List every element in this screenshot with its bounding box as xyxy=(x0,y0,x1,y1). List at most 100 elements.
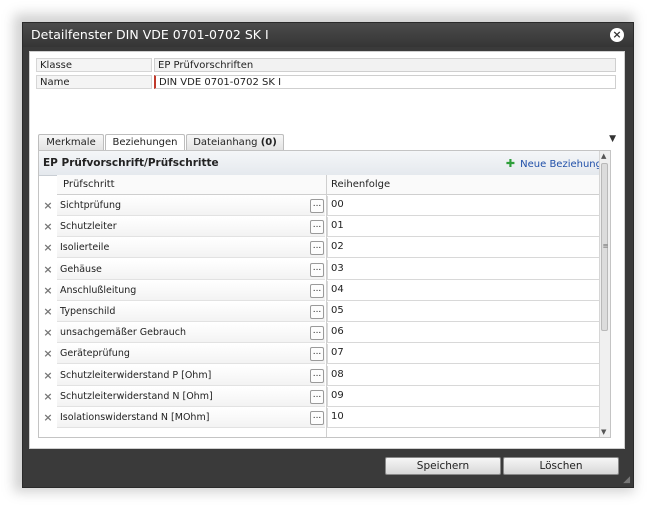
field-label-name: Name xyxy=(36,75,152,89)
new-relation-label: Neue Beziehung xyxy=(520,159,602,170)
table-row[interactable]: × Schutzleiter... 01 xyxy=(39,217,604,238)
column-header-order[interactable]: Reihenfolge xyxy=(327,175,604,195)
tab-merkmale[interactable]: Merkmale xyxy=(38,134,104,151)
order-cell[interactable]: 00 xyxy=(327,196,604,216)
order-value: 03 xyxy=(331,262,344,274)
order-value: 10 xyxy=(331,411,344,422)
browse-button[interactable]: ... xyxy=(310,347,324,362)
table-row[interactable]: × Geräteprüfung... 07 xyxy=(39,344,604,365)
dialog-footer: Speichern Löschen ◢ xyxy=(23,451,633,487)
table-row[interactable]: × Sichtprüfung... 00 xyxy=(39,196,604,217)
step-name: Geräteprüfung xyxy=(60,348,130,360)
step-name: Isolationswiderstand N [MOhm] xyxy=(60,412,210,423)
relations-panel: EP Prüfvorschrift/Prüfschritte ✚ Neue Bez… xyxy=(38,150,611,438)
browse-button[interactable]: ... xyxy=(310,283,324,298)
order-cell[interactable]: 09 xyxy=(327,386,604,407)
step-cell[interactable]: Anschlußleitung... xyxy=(57,280,325,301)
order-cell[interactable]: 06 xyxy=(327,323,604,344)
order-value: 05 xyxy=(331,305,344,316)
table-row[interactable]: × Isolationswiderstand N [MOhm]... 10 xyxy=(39,408,604,429)
table-row[interactable]: × Typenschild... 05 xyxy=(39,302,604,323)
step-name: unsachgemäßer Gebrauch xyxy=(60,327,186,339)
table-row[interactable]: × Schutzleiterwiderstand P [Ohm]... 08 xyxy=(39,365,604,387)
scroll-up-icon[interactable]: ▲ xyxy=(601,152,606,160)
delete-row-icon[interactable]: × xyxy=(39,260,57,280)
delete-row-icon[interactable]: × xyxy=(39,238,57,258)
delete-row-icon[interactable]: × xyxy=(39,196,57,216)
order-cell[interactable]: 10 xyxy=(327,408,604,428)
tab-dateianhang-count: (0) xyxy=(260,137,277,148)
table-row[interactable]: × Schutzleiterwiderstand N [Ohm]... 09 xyxy=(39,386,604,408)
delete-row-icon[interactable]: × xyxy=(39,366,57,386)
browse-button[interactable]: ... xyxy=(310,199,324,213)
order-value: 04 xyxy=(331,283,344,295)
order-value: 01 xyxy=(331,220,344,232)
panel-title: EP Prüfvorschrift/Prüfschritte xyxy=(43,157,219,169)
scroll-thumb[interactable]: ≡ xyxy=(601,163,608,331)
step-cell[interactable]: Isolierteile... xyxy=(57,238,325,259)
field-value-klasse: EP Prüfvorschriften xyxy=(154,58,616,72)
table-row[interactable]: × Gehäuse... 03 xyxy=(39,259,604,281)
new-relation-link[interactable]: ✚ Neue Beziehung xyxy=(506,157,602,170)
browse-button[interactable]: ... xyxy=(310,241,324,256)
tab-dateianhang-label: Dateianhang xyxy=(193,137,258,148)
browse-button[interactable]: ... xyxy=(310,262,324,277)
panel-header: EP Prüfvorschrift/Prüfschritte ✚ Neue Bez… xyxy=(39,151,610,176)
save-button[interactable]: Speichern xyxy=(385,457,501,475)
step-name: Anschlußleitung xyxy=(60,284,137,296)
browse-button[interactable]: ... xyxy=(310,368,324,383)
column-header-step[interactable]: Prüfschritt xyxy=(57,175,326,195)
order-cell[interactable]: 05 xyxy=(327,302,604,322)
window-body: Klasse EP Prüfvorschriften Name DIN VDE … xyxy=(29,51,625,449)
delete-row-icon[interactable]: × xyxy=(39,323,57,343)
vertical-scrollbar[interactable]: ▲ ≡ ▼ xyxy=(599,151,610,437)
scroll-down-icon[interactable]: ▼ xyxy=(601,428,606,436)
order-cell[interactable]: 07 xyxy=(327,344,604,365)
browse-button[interactable]: ... xyxy=(310,220,324,235)
step-cell[interactable]: Typenschild... xyxy=(57,302,325,322)
delete-row-icon[interactable]: × xyxy=(39,302,57,322)
delete-row-icon[interactable]: × xyxy=(39,387,57,407)
step-cell[interactable]: Geräteprüfung... xyxy=(57,344,325,365)
step-cell[interactable]: Sichtprüfung... xyxy=(57,196,325,216)
order-value: 00 xyxy=(331,199,344,210)
title-bar[interactable]: Detailfenster DIN VDE 0701-0702 SK I × xyxy=(23,23,633,47)
browse-button[interactable]: ... xyxy=(310,389,324,404)
step-name: Typenschild xyxy=(60,306,116,317)
tabs-overflow-icon[interactable]: ▼ xyxy=(609,134,616,144)
table-row[interactable]: × unsachgemäßer Gebrauch... 06 xyxy=(39,323,604,344)
order-value: 09 xyxy=(331,389,344,401)
browse-button[interactable]: ... xyxy=(310,326,324,341)
field-label-klasse: Klasse xyxy=(36,58,152,72)
step-name: Isolierteile xyxy=(60,242,110,254)
delete-button[interactable]: Löschen xyxy=(503,457,619,475)
resize-grip-icon[interactable]: ◢ xyxy=(623,475,630,485)
close-icon[interactable]: × xyxy=(610,28,624,42)
name-input[interactable]: DIN VDE 0701-0702 SK I xyxy=(154,75,616,89)
delete-row-icon[interactable]: × xyxy=(39,217,57,237)
order-cell[interactable]: 03 xyxy=(327,259,604,280)
delete-row-icon[interactable]: × xyxy=(39,281,57,301)
table-row[interactable]: × Isolierteile... 02 xyxy=(39,238,604,259)
delete-row-icon[interactable]: × xyxy=(39,408,57,428)
delete-row-icon[interactable]: × xyxy=(39,344,57,364)
order-value: 07 xyxy=(331,347,344,359)
order-value: 06 xyxy=(331,326,344,338)
order-cell[interactable]: 08 xyxy=(327,365,604,386)
order-cell[interactable]: 02 xyxy=(327,238,604,259)
order-cell[interactable]: 01 xyxy=(327,217,604,238)
order-value: 02 xyxy=(331,241,344,253)
tab-dateianhang[interactable]: Dateianhang (0) xyxy=(186,134,284,151)
order-cell[interactable]: 04 xyxy=(327,280,604,301)
browse-button[interactable]: ... xyxy=(310,305,324,319)
step-cell[interactable]: Schutzleiterwiderstand N [Ohm]... xyxy=(57,386,325,407)
step-cell[interactable]: Gehäuse... xyxy=(57,259,325,280)
step-cell[interactable]: Schutzleiterwiderstand P [Ohm]... xyxy=(57,365,325,386)
browse-button[interactable]: ... xyxy=(310,411,324,425)
table-row[interactable]: × Anschlußleitung... 04 xyxy=(39,280,604,302)
detail-window: Detailfenster DIN VDE 0701-0702 SK I × K… xyxy=(22,22,634,488)
step-cell[interactable]: Isolationswiderstand N [MOhm]... xyxy=(57,408,325,428)
step-name: Schutzleiterwiderstand N [Ohm] xyxy=(60,390,213,402)
step-cell[interactable]: unsachgemäßer Gebrauch... xyxy=(57,323,325,344)
step-cell[interactable]: Schutzleiter... xyxy=(57,217,325,238)
